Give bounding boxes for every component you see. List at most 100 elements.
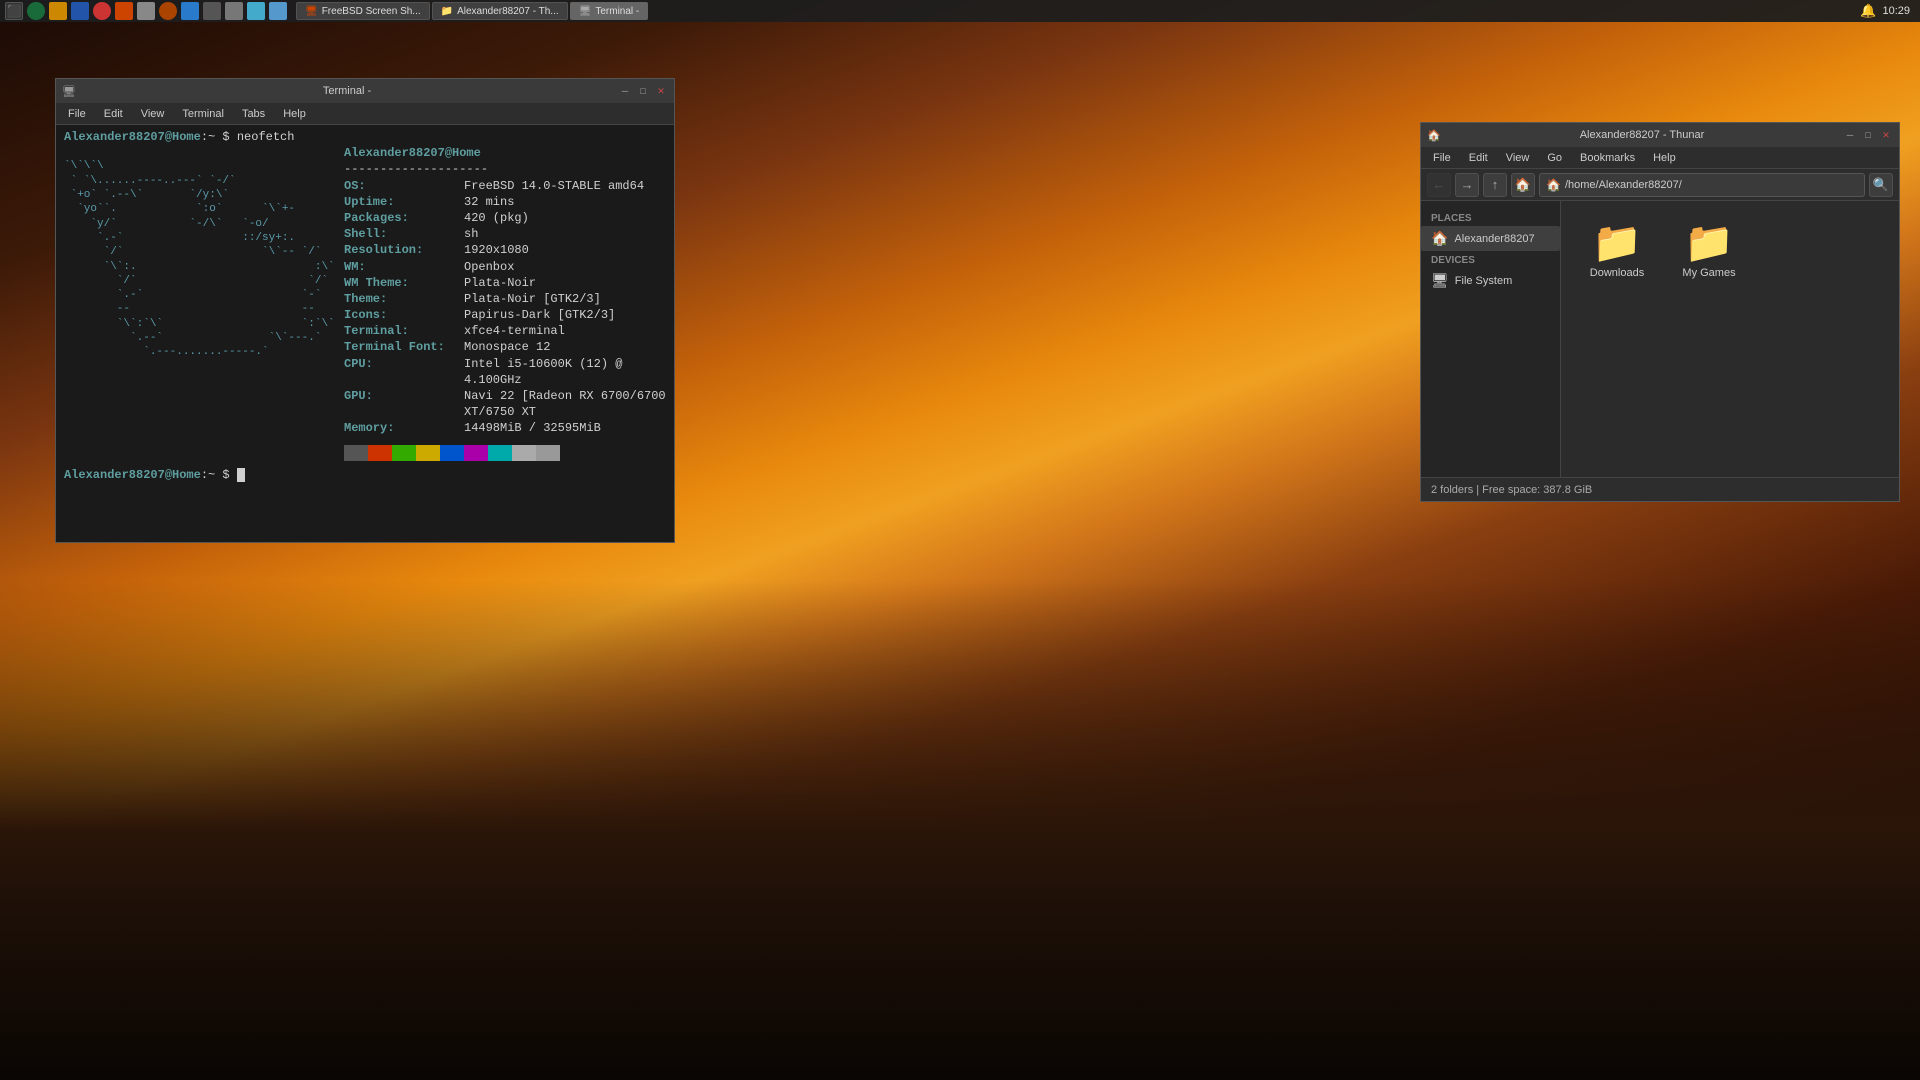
fm-minimize-button[interactable]: ─ — [1843, 128, 1857, 142]
info-uptime: Uptime: 32 mins — [344, 194, 666, 210]
terminal-maximize-button[interactable]: □ — [636, 84, 650, 98]
terminal-menubar: File Edit View Terminal Tabs Help — [56, 103, 674, 125]
taskbar-icon-5[interactable] — [115, 2, 133, 20]
taskbar-icon-4[interactable] — [93, 2, 111, 20]
terminal-window: 🖥 Terminal - ─ □ ✕ File Edit View Termin… — [55, 78, 675, 543]
info-uptime-key: Uptime: — [344, 194, 464, 210]
terminal-prompt-1: Alexander88207@Home:~ $ neofetch — [64, 129, 666, 145]
info-shell-val: sh — [464, 226, 478, 242]
taskbar-window-terminal[interactable]: 🖥 Terminal - — [570, 2, 649, 20]
terminal-close-button[interactable]: ✕ — [654, 84, 668, 98]
info-termfont-val: Monospace 12 — [464, 339, 550, 355]
taskbar-icon-9[interactable] — [203, 2, 221, 20]
terminal-minimize-button[interactable]: ─ — [618, 84, 632, 98]
terminal-window-icon: 🖥 — [62, 84, 76, 98]
info-shell-key: Shell: — [344, 226, 464, 242]
swatch-8 — [536, 445, 560, 461]
fm-menu-file[interactable]: File — [1425, 150, 1459, 166]
taskbar-window-terminal-label: Terminal - — [595, 6, 639, 17]
fm-folder-mygames[interactable]: 📁 My Games — [1669, 217, 1749, 285]
info-separator: -------------------- — [344, 161, 666, 177]
fm-menu-view[interactable]: View — [1498, 150, 1538, 166]
taskbar-icon-11[interactable] — [247, 2, 265, 20]
info-packages: Packages: 420 (pkg) — [344, 210, 666, 226]
terminal-menu-tabs[interactable]: Tabs — [234, 106, 273, 122]
info-res-val: 1920x1080 — [464, 242, 529, 258]
fm-sidebar-home[interactable]: 🏠 Alexander88207 — [1421, 226, 1560, 251]
fm-sidebar: Places 🏠 Alexander88207 Devices 🖥 File S… — [1421, 201, 1561, 477]
fm-close-button[interactable]: ✕ — [1879, 128, 1893, 142]
swatch-6 — [488, 445, 512, 461]
taskbar-time: 10:29 — [1882, 5, 1910, 17]
info-icons: Icons: Papirus-Dark [GTK2/3] — [344, 307, 666, 323]
taskbar-icon-1[interactable] — [27, 2, 45, 20]
info-packages-val: 420 (pkg) — [464, 210, 529, 226]
fm-folder-downloads[interactable]: 📁 Downloads — [1577, 217, 1657, 285]
terminal-command: neofetch — [237, 130, 295, 144]
fm-statusbar: 2 folders | Free space: 387.8 GiB — [1421, 477, 1899, 501]
taskbar-window-thunar-icon: 📁 — [441, 6, 453, 17]
fm-address-bar[interactable]: 🏠 /home/Alexander88207/ — [1539, 173, 1865, 197]
info-wmtheme-val: Plata-Noir — [464, 275, 536, 291]
fm-menu-bookmarks[interactable]: Bookmarks — [1572, 150, 1643, 166]
info-wmtheme-key: WM Theme: — [344, 275, 464, 291]
neofetch-ascii: `\`\`\ ` `\......----..---` `-/` `+o` `.… — [64, 145, 344, 460]
swatch-3 — [416, 445, 440, 461]
info-wm: WM: Openbox — [344, 259, 666, 275]
fm-home-button[interactable]: 🏠 — [1511, 173, 1535, 197]
info-termfont-key: Terminal Font: — [344, 339, 464, 355]
taskbar-icon-10[interactable] — [225, 2, 243, 20]
fm-menu-go[interactable]: Go — [1539, 150, 1570, 166]
terminal-cursor — [237, 468, 245, 482]
terminal-menu-edit[interactable]: Edit — [96, 106, 131, 122]
terminal-menu-help[interactable]: Help — [275, 106, 314, 122]
taskbar-icon-12[interactable] — [269, 2, 287, 20]
info-os: OS: FreeBSD 14.0-STABLE amd64 — [344, 178, 666, 194]
taskbar-window-thunar[interactable]: 📁 Alexander88207 - Th... — [432, 2, 568, 20]
info-terminal-key: Terminal: — [344, 323, 464, 339]
fm-folder-mygames-icon: 📁 — [1684, 223, 1734, 263]
info-shell: Shell: sh — [344, 226, 666, 242]
fm-back-button[interactable]: ← — [1427, 173, 1451, 197]
taskbar-icon-apps[interactable]: ⬛ — [5, 2, 23, 20]
fm-titlebar: 🏠 Alexander88207 - Thunar ─ □ ✕ — [1421, 123, 1899, 147]
terminal-menu-view[interactable]: View — [133, 106, 173, 122]
fm-sidebar-filesystem[interactable]: 🖥 File System — [1421, 268, 1560, 293]
info-userhost: Alexander88207@Home — [344, 145, 666, 161]
taskbar-window-freebsd[interactable]: 🖥 FreeBSD Screen Sh... — [296, 2, 430, 20]
taskbar-icon-7[interactable] — [159, 2, 177, 20]
fm-menu-help[interactable]: Help — [1645, 150, 1684, 166]
taskbar-window-freebsd-label: FreeBSD Screen Sh... — [322, 6, 421, 17]
forest-overlay — [0, 580, 1920, 1080]
terminal-menu-file[interactable]: File — [60, 106, 94, 122]
fm-folder-mygames-name: My Games — [1682, 267, 1735, 279]
terminal-content[interactable]: Alexander88207@Home:~ $ neofetch `\`\`\ … — [56, 125, 674, 542]
taskbar-icon-6[interactable] — [137, 2, 155, 20]
fm-up-button[interactable]: ↑ — [1483, 173, 1507, 197]
fm-forward-button[interactable]: → — [1455, 173, 1479, 197]
info-termfont: Terminal Font: Monospace 12 — [344, 339, 666, 355]
taskbar-icon-3[interactable] — [71, 2, 89, 20]
fm-address-text: /home/Alexander88207/ — [1565, 179, 1682, 191]
swatch-5 — [464, 445, 488, 461]
fm-maximize-button[interactable]: □ — [1861, 128, 1875, 142]
terminal-title: Terminal - — [80, 85, 614, 97]
fm-menu-edit[interactable]: Edit — [1461, 150, 1496, 166]
taskbar-icon-8[interactable] — [181, 2, 199, 20]
fm-sidebar-home-label: Alexander88207 — [1454, 233, 1534, 245]
info-memory-key: Memory: — [344, 420, 464, 436]
terminal-menu-terminal[interactable]: Terminal — [174, 106, 232, 122]
fm-devices-label: Devices — [1421, 251, 1560, 268]
taskbar-icon-2[interactable] — [49, 2, 67, 20]
info-memory-val: 14498MiB / 32595MiB — [464, 420, 601, 436]
fm-home-icon: 🏠 — [1431, 230, 1448, 247]
swatch-2 — [392, 445, 416, 461]
info-gpu-val: Navi 22 [Radeon RX 6700/6700 XT/6750 XT — [464, 388, 666, 420]
info-theme-key: Theme: — [344, 291, 464, 307]
fm-search-button[interactable]: 🔍 — [1869, 173, 1893, 197]
info-icons-key: Icons: — [344, 307, 464, 323]
neofetch-info: Alexander88207@Home --------------------… — [344, 145, 666, 460]
info-packages-key: Packages: — [344, 210, 464, 226]
swatch-7 — [512, 445, 536, 461]
ascii-art: `\`\`\ ` `\......----..---` `-/` `+o` `.… — [64, 145, 344, 374]
